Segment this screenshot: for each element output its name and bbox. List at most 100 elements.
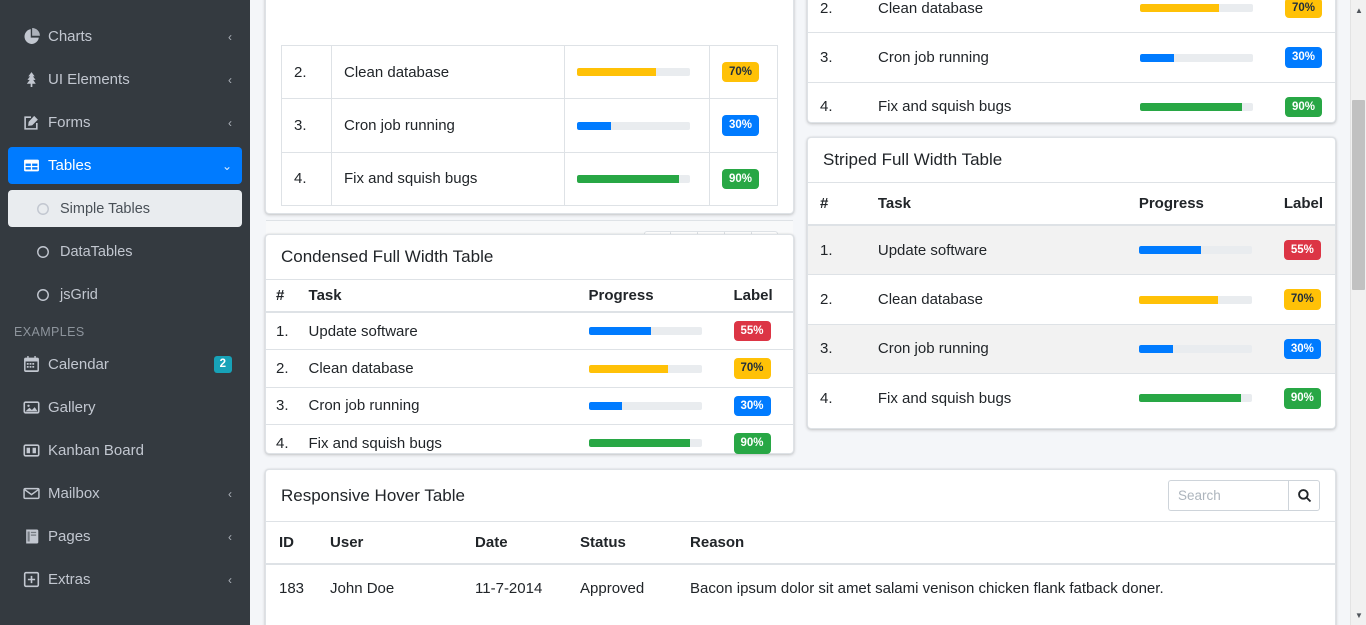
- sidebar: Charts ‹ UI Elements ‹ Forms ‹ Tables ⌄ …: [0, 0, 250, 625]
- row-progress: [564, 98, 710, 153]
- column-header: Status: [567, 522, 678, 565]
- vertical-scrollbar[interactable]: ▲ ▼: [1350, 0, 1366, 625]
- sidebar-item-label: Calendar: [48, 356, 109, 373]
- table-row[interactable]: 2. Clean database 70%: [281, 44, 778, 100]
- sidebar-item-cutoff[interactable]: [8, 0, 242, 9]
- sidebar-item-calendar[interactable]: Calendar 2: [8, 346, 242, 383]
- sidebar-item-charts[interactable]: Charts ‹: [8, 18, 242, 55]
- row-label: 90%: [1273, 81, 1335, 132]
- table-row[interactable]: 183 John Doe 11-7-2014 Approved Bacon ipsum …: [266, 563, 1335, 612]
- sidebar-item-forms[interactable]: Forms ‹: [8, 104, 242, 141]
- sidebar-item-label: Charts: [48, 28, 93, 45]
- sidebar-item-extras[interactable]: Extras ‹: [8, 561, 242, 598]
- row-label: 55%: [1271, 224, 1335, 275]
- column-header: Date: [462, 522, 568, 565]
- striped-table: # Task Progress Label 1. Update software 55% 2…: [808, 183, 1335, 423]
- status-badge: 90%: [1285, 96, 1323, 118]
- top-right-table: 2. Clean database 70% 3. Cron job running 30%…: [808, 0, 1335, 132]
- row-task: Clean database: [331, 44, 565, 100]
- table-row[interactable]: 2. Clean database 70%: [808, 0, 1335, 33]
- row-task: Clean database: [865, 274, 1127, 325]
- table-row[interactable]: 1. Update software 55%: [808, 224, 1335, 275]
- sidebar-item-label: Extras: [48, 571, 91, 588]
- row-task: Cron job running: [331, 98, 565, 153]
- table-row[interactable]: 4. Fix and squish bugs 90%: [808, 373, 1335, 423]
- row-task: Cron job running: [298, 386, 579, 425]
- search-box[interactable]: [1168, 480, 1320, 511]
- search-input[interactable]: [1168, 480, 1288, 511]
- row-id: 183: [266, 563, 318, 612]
- sidebar-item-label: Forms: [48, 114, 91, 131]
- row-label: 90%: [709, 151, 778, 207]
- card-top-right-table: 2. Clean database 70% 3. Cron job running 30%…: [807, 0, 1336, 132]
- row-date: 11-7-2014: [462, 563, 568, 612]
- bordered-table: 2. Clean database 70% 3. Cron job running 30%…: [281, 44, 778, 207]
- progress-bar: [588, 401, 702, 410]
- table-row[interactable]: 3. Cron job running 30%: [281, 98, 778, 153]
- striped-table-header: Striped Full Width Table: [808, 138, 1335, 183]
- table-row[interactable]: 3. Cron job running 30%: [808, 32, 1335, 83]
- table-row[interactable]: 1. Update software 55%: [266, 311, 793, 350]
- sidebar-section-header: EXAMPLES: [14, 325, 85, 339]
- column-header: Progress: [578, 280, 724, 313]
- scroll-up-arrow-icon[interactable]: ▲: [1351, 2, 1366, 18]
- row-number: 2.: [808, 274, 866, 325]
- search-button[interactable]: [1288, 480, 1320, 511]
- status-badge: 90%: [1283, 388, 1321, 409]
- row-progress: [1128, 0, 1273, 33]
- table-row[interactable]: 3. Cron job running 30%: [266, 386, 793, 425]
- row-number: 1.: [266, 311, 299, 350]
- column-header: #: [808, 183, 866, 226]
- condensed-table: # Task Progress Label 1. Update software 55% 2…: [266, 280, 793, 462]
- row-progress: [564, 44, 710, 100]
- sidebar-item-datatables[interactable]: DataTables: [8, 233, 242, 270]
- circle-icon: [30, 288, 56, 302]
- progress-bar: [588, 364, 702, 373]
- sidebar-item-mailbox[interactable]: Mailbox ‹: [8, 475, 242, 512]
- table-row[interactable]: 4. Fix and squish bugs 90%: [281, 151, 778, 207]
- sidebar-item-label: UI Elements: [48, 71, 130, 88]
- table-row[interactable]: 3. Cron job running 30%: [808, 323, 1335, 374]
- sidebar-item-simple-tables[interactable]: Simple Tables: [8, 190, 242, 227]
- row-progress: [578, 386, 724, 425]
- chevron-left-icon: ‹: [228, 29, 232, 44]
- row-label: 30%: [1273, 32, 1335, 83]
- table-row[interactable]: 2. Clean database 70%: [808, 274, 1335, 325]
- sidebar-item-gallery[interactable]: Gallery: [8, 389, 242, 426]
- row-task: Fix and squish bugs: [298, 424, 579, 462]
- row-number: 4.: [808, 373, 866, 423]
- sidebar-item-label: Mailbox: [48, 485, 100, 502]
- row-task: Fix and squish bugs: [866, 81, 1128, 132]
- sidebar-subitem-label: DataTables: [60, 243, 133, 260]
- scroll-down-arrow-icon[interactable]: ▼: [1351, 607, 1366, 623]
- calendar-icon: [18, 356, 44, 373]
- table-row[interactable]: 4. Fix and squish bugs 90%: [266, 424, 793, 462]
- row-number: 3.: [808, 32, 866, 83]
- row-label: 30%: [709, 98, 778, 153]
- row-number: 2.: [266, 349, 299, 388]
- status-badge: 30%: [722, 115, 760, 136]
- column-header: #: [266, 280, 299, 313]
- table-row[interactable]: 2. Clean database 70%: [266, 349, 793, 388]
- sidebar-item-ui-elements[interactable]: UI Elements ‹: [8, 61, 242, 98]
- chevron-left-icon: ‹: [228, 486, 232, 501]
- sidebar-item-pages[interactable]: Pages ‹: [8, 518, 242, 555]
- column-header: Label: [1271, 183, 1335, 226]
- sidebar-item-kanban-board[interactable]: Kanban Board: [8, 432, 242, 469]
- row-label: 55%: [723, 311, 793, 350]
- column-header: Task: [298, 280, 579, 313]
- status-badge: 70%: [1285, 0, 1323, 19]
- column-header: Reason: [677, 522, 1335, 565]
- table-row[interactable]: 4. Fix and squish bugs 90%: [808, 81, 1335, 132]
- sidebar-subitem-label: jsGrid: [60, 286, 98, 303]
- card-bordered-table: 2. Clean database 70% 3. Cron job running 30%…: [265, 0, 794, 272]
- column-header: Progress: [1126, 183, 1272, 226]
- row-progress: [1128, 81, 1273, 132]
- row-progress: [564, 151, 710, 207]
- sidebar-item-tables[interactable]: Tables ⌄: [8, 147, 242, 184]
- card-striped-table: Striped Full Width Table # Task Progress La…: [807, 137, 1336, 429]
- sidebar-item-jsgrid[interactable]: jsGrid: [8, 276, 242, 313]
- row-reason: Bacon ipsum dolor sit amet salami veniso…: [677, 563, 1335, 612]
- scrollbar-thumb[interactable]: [1352, 100, 1365, 290]
- row-progress: [578, 349, 724, 388]
